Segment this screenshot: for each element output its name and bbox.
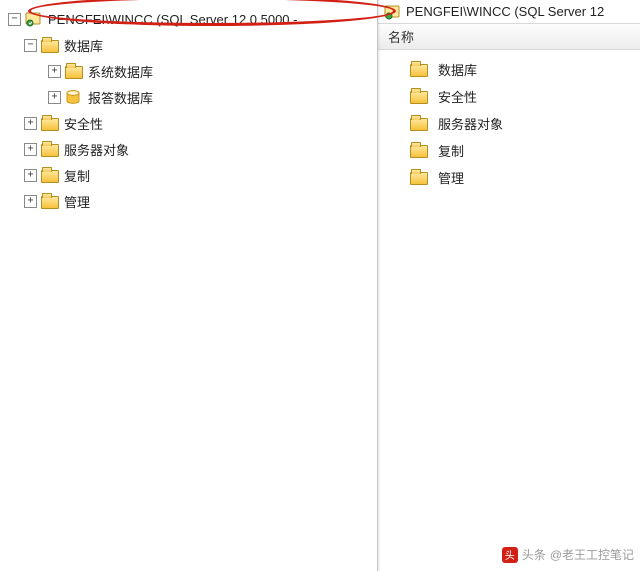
expand-icon[interactable]: + <box>48 65 61 78</box>
list-item-label: 数据库 <box>438 60 477 79</box>
tree-node-server-objects[interactable]: + 服务器对象 <box>0 136 377 162</box>
details-pane[interactable]: PENGFEI\WINCC (SQL Server 12 名称 数据库 安全性 … <box>378 0 640 571</box>
watermark: 头 头条 @老王工控笔记 <box>502 546 634 563</box>
pane-divider[interactable] <box>378 0 381 571</box>
collapse-icon[interactable]: − <box>24 39 37 52</box>
details-list[interactable]: 数据库 安全性 服务器对象 复制 管理 <box>378 50 640 197</box>
tree-node-label: 管理 <box>64 192 90 211</box>
breadcrumb-bar[interactable]: PENGFEI\WINCC (SQL Server 12 <box>378 0 640 24</box>
server-icon <box>384 4 402 20</box>
watermark-source: 头条 <box>522 546 546 563</box>
tree-node-label: 报答数据库 <box>88 88 153 107</box>
expand-icon[interactable]: + <box>24 169 37 182</box>
folder-icon <box>41 40 59 53</box>
folder-icon <box>41 196 59 209</box>
tree-node-label: 服务器对象 <box>64 140 129 159</box>
list-item[interactable]: 服务器对象 <box>382 110 636 137</box>
list-item[interactable]: 安全性 <box>382 83 636 110</box>
server-icon <box>25 11 43 27</box>
tree-node-replication[interactable]: + 复制 <box>0 162 377 188</box>
list-item-label: 安全性 <box>438 87 477 106</box>
list-item[interactable]: 数据库 <box>382 56 636 83</box>
watermark-author: @老王工控笔记 <box>550 546 634 563</box>
tree-server-node[interactable]: − PENGFEI\WINCC (SQL Server 12.0.5000 - <box>0 6 377 32</box>
list-item-label: 复制 <box>438 141 464 160</box>
collapse-icon[interactable]: − <box>8 13 21 26</box>
expand-icon[interactable]: + <box>24 143 37 156</box>
tree-node-label: 数据库 <box>64 36 103 55</box>
list-item-label: 服务器对象 <box>438 114 503 133</box>
database-icon <box>65 89 83 105</box>
list-item[interactable]: 复制 <box>382 137 636 164</box>
tree-node-label: 复制 <box>64 166 90 185</box>
folder-icon <box>410 118 428 131</box>
folder-icon <box>41 144 59 157</box>
folder-icon <box>410 172 428 185</box>
folder-icon <box>410 64 428 77</box>
tree-node-security[interactable]: + 安全性 <box>0 110 377 136</box>
folder-icon <box>41 170 59 183</box>
object-explorer-tree[interactable]: − PENGFEI\WINCC (SQL Server 12.0.5000 - … <box>0 0 378 571</box>
list-item-label: 管理 <box>438 168 464 187</box>
folder-icon <box>65 66 83 79</box>
expand-icon[interactable]: + <box>24 117 37 130</box>
tree-node-label: 安全性 <box>64 114 103 133</box>
list-item[interactable]: 管理 <box>382 164 636 191</box>
tree-node-management[interactable]: + 管理 <box>0 188 377 214</box>
folder-icon <box>41 118 59 131</box>
tree-node-system-databases[interactable]: + 系统数据库 <box>0 58 377 84</box>
column-header-name[interactable]: 名称 <box>378 24 640 50</box>
folder-icon <box>410 91 428 104</box>
server-label: PENGFEI\WINCC (SQL Server 12.0.5000 - <box>48 12 297 27</box>
tree-node-report-database[interactable]: + 报答数据库 <box>0 84 377 110</box>
expand-icon[interactable]: + <box>48 91 61 104</box>
watermark-icon: 头 <box>502 547 518 563</box>
folder-icon <box>410 145 428 158</box>
tree-node-label: 系统数据库 <box>88 62 153 81</box>
expand-icon[interactable]: + <box>24 195 37 208</box>
tree-node-databases[interactable]: − 数据库 <box>0 32 377 58</box>
breadcrumb-text: PENGFEI\WINCC (SQL Server 12 <box>406 4 604 19</box>
